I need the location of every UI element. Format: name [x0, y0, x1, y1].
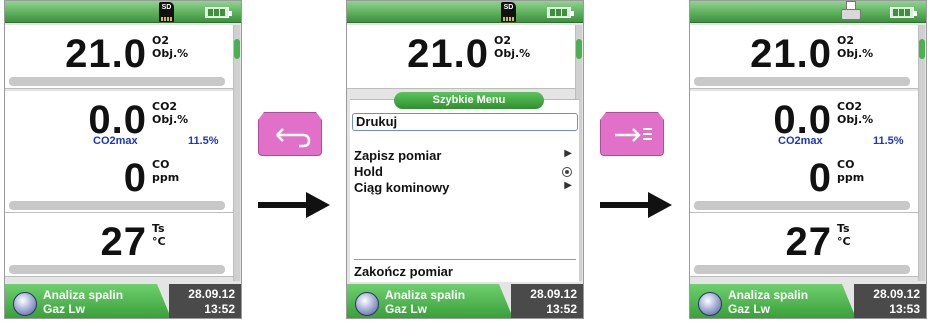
co2max-label: CO2max — [93, 135, 138, 147]
fuel-label: Gaz Lw — [385, 302, 428, 316]
submenu-arrow-icon: ▶ — [564, 148, 572, 159]
co2-label: CO2 Obj.% — [152, 100, 189, 126]
flow-arrow-2-icon — [600, 192, 672, 218]
battery-icon — [205, 7, 232, 18]
quick-menu: Szybkie Menu Drukuj Zapisz pomiar ▶ Hold … — [350, 92, 579, 283]
value-panel-co: 0 CO ppm — [690, 149, 918, 213]
printer-icon — [840, 1, 862, 23]
back-softkey[interactable] — [258, 112, 322, 156]
mode-label: Analiza spalin — [385, 288, 466, 302]
back-arrow-icon — [276, 128, 311, 148]
scrollbar-thumb[interactable] — [234, 39, 240, 59]
time-label: 13:53 — [889, 302, 920, 316]
value-panel-co2: 0.0 CO2 Obj.% CO2max 11.5% — [690, 91, 918, 155]
device-screen-printing: 21.0 O2 Obj.% 0.0 CO2 Obj.% CO2max 11.5% 0… — [689, 0, 927, 319]
co-label: CO ppm — [152, 158, 180, 184]
bottom-status-bar: Analiza spalin Gaz Lw 28.09.12 13:52 — [5, 282, 241, 318]
menu-divider — [354, 259, 576, 260]
o2-label: O2 Obj.% — [494, 34, 531, 60]
scrollbar-thumb[interactable] — [919, 39, 925, 59]
date-label: 28.09.12 — [188, 287, 235, 301]
value-panel-o2: 21.0 O2 Obj.% — [347, 25, 575, 89]
datetime-box: 28.09.12 13:52 — [169, 284, 241, 318]
co-value: 0 — [808, 156, 832, 200]
value-panel-co2: 0.0 CO2 Obj.% CO2max 11.5% — [5, 91, 233, 155]
bottom-status-bar: Analiza spalin Gaz Lw 28.09.12 13:52 — [347, 282, 583, 318]
scrollbar[interactable] — [918, 25, 925, 281]
quick-menu-title: Szybkie Menu — [394, 92, 544, 109]
value-panel-ts: 27 Ts °C — [690, 213, 918, 277]
globe-icon — [13, 292, 37, 316]
print-softkey[interactable] — [600, 112, 664, 156]
time-label: 13:52 — [204, 302, 235, 316]
value-panel-o2: 21.0 O2 Obj.% — [690, 25, 918, 89]
arrow-to-list-icon — [615, 128, 652, 142]
value-panel-o2: 21.0 O2 Obj.% — [5, 25, 233, 89]
sd-card-icon: SD — [159, 2, 174, 22]
device-screen-quick-menu: SD 21.0 O2 Obj.% Szybkie Menu Drukuj Zapi… — [346, 0, 584, 319]
mode-label: Analiza spalin — [43, 288, 124, 302]
radio-selected-icon — [562, 167, 572, 177]
time-label: 13:52 — [546, 302, 577, 316]
date-label: 28.09.12 — [873, 287, 920, 301]
globe-icon — [355, 292, 379, 316]
o2-label: O2 Obj.% — [152, 34, 189, 60]
top-status-bar: SD — [347, 1, 583, 23]
battery-icon — [890, 7, 917, 18]
co2-label: CO2 Obj.% — [837, 100, 874, 126]
top-status-bar — [690, 1, 926, 23]
ts-value: 27 — [100, 220, 147, 264]
fuel-label: Gaz Lw — [728, 302, 771, 316]
value-panel-ts: 27 Ts °C — [5, 213, 233, 277]
mode-tab[interactable]: Analiza spalin Gaz Lw — [347, 284, 513, 318]
top-status-bar: SD — [5, 1, 241, 23]
menu-item-hold[interactable]: Hold — [354, 164, 576, 179]
co2max-value: 11.5% — [188, 135, 219, 147]
bottom-status-bar: Analiza spalin Gaz Lw 28.09.12 13:53 — [690, 282, 926, 318]
menu-item-print[interactable]: Drukuj — [352, 113, 578, 131]
scrollbar-thumb[interactable] — [576, 39, 582, 59]
datetime-box: 28.09.12 13:53 — [854, 284, 926, 318]
ts-label: Ts °C — [837, 222, 851, 248]
submenu-arrow-icon: ▶ — [564, 180, 572, 191]
sd-card-icon: SD — [501, 2, 516, 22]
fuel-label: Gaz Lw — [43, 302, 86, 316]
o2-label: O2 Obj.% — [837, 34, 874, 60]
o2-value: 21.0 — [750, 32, 832, 76]
battery-icon — [547, 7, 574, 18]
device-screen-measurement: SD 21.0 O2 Obj.% 0.0 CO2 Obj.% CO2max 11.5… — [4, 0, 242, 319]
date-label: 28.09.12 — [530, 287, 577, 301]
co-value: 0 — [123, 156, 147, 200]
value-panel-co: 0 CO ppm — [5, 149, 233, 213]
globe-icon — [698, 292, 722, 316]
menu-item-draft[interactable]: Ciąg kominowy ▶ — [354, 180, 576, 195]
ts-value: 27 — [785, 220, 832, 264]
o2-value: 21.0 — [407, 32, 489, 76]
co2max-label: CO2max — [778, 135, 823, 147]
datetime-box: 28.09.12 13:52 — [511, 284, 583, 318]
co2max-value: 11.5% — [873, 135, 904, 147]
co-label: CO ppm — [837, 158, 865, 184]
flow-arrow-1-icon — [258, 192, 330, 218]
ts-label: Ts °C — [152, 222, 166, 248]
scrollbar[interactable] — [233, 25, 240, 281]
mode-label: Analiza spalin — [728, 288, 809, 302]
menu-item-end-measurement[interactable]: Zakończ pomiar — [354, 264, 453, 279]
mode-tab[interactable]: Analiza spalin Gaz Lw — [690, 284, 856, 318]
menu-item-save-measurement[interactable]: Zapisz pomiar ▶ — [354, 148, 576, 163]
mode-tab[interactable]: Analiza spalin Gaz Lw — [5, 284, 171, 318]
o2-value: 21.0 — [65, 32, 147, 76]
